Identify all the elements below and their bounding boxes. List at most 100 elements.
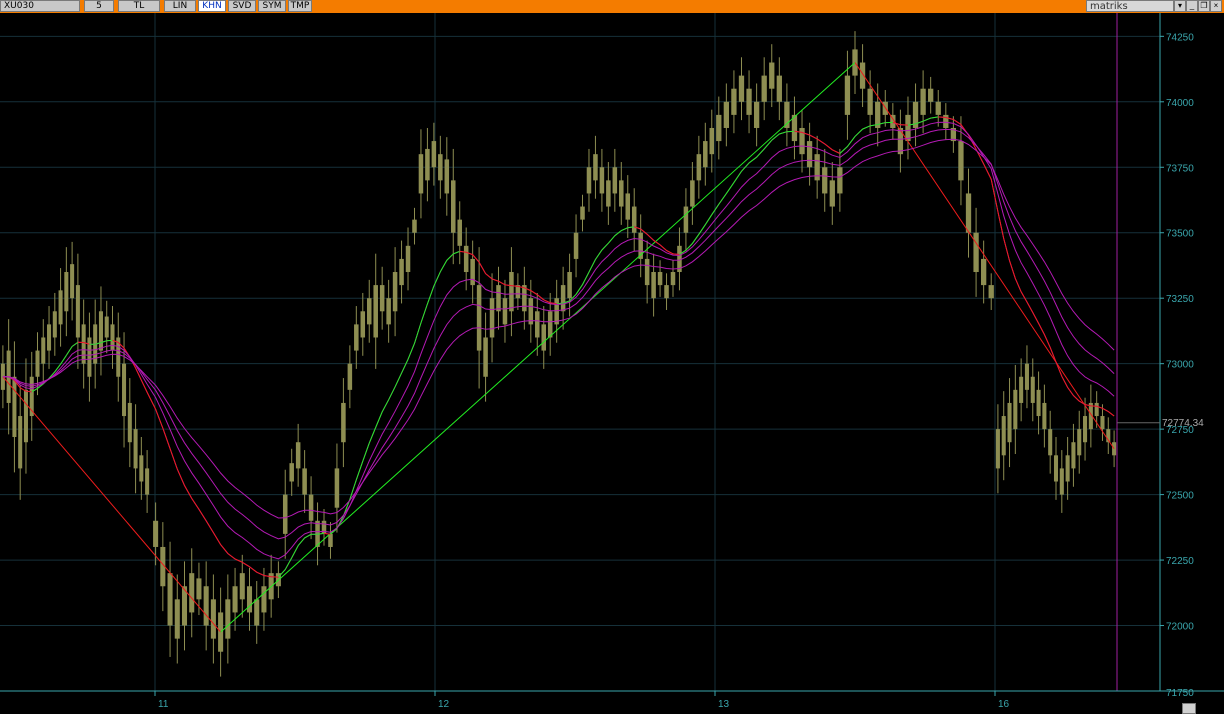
- price-chart[interactable]: 7200072250725007275073000732507350073750…: [0, 13, 1224, 714]
- ma-fast-segment: [809, 134, 818, 140]
- candle-body: [1065, 455, 1070, 482]
- candle-body: [489, 298, 495, 338]
- candle-body: [580, 206, 585, 220]
- ma-fast-segment: [862, 125, 871, 130]
- ma-fast-segment: [816, 138, 826, 145]
- scroll-corner-button[interactable]: [1182, 703, 1196, 714]
- candle-body: [196, 578, 202, 600]
- ma-fast-segment: [381, 399, 390, 413]
- candle-body: [18, 416, 23, 469]
- candle-body: [567, 272, 572, 299]
- ma-fast-segment: [227, 553, 236, 560]
- candle-body: [723, 101, 729, 128]
- ma-fast-segment: [256, 571, 265, 576]
- candle-body: [496, 285, 501, 312]
- candle-body: [282, 494, 288, 534]
- moving-average-ribbon: [2, 116, 1115, 578]
- ma-fast-segment: [498, 280, 506, 286]
- svd-button[interactable]: SVD: [228, 0, 256, 12]
- brand-logo: matriks: [1086, 0, 1174, 12]
- ma-fast-segment: [491, 278, 499, 282]
- ma-fast-segment: [938, 116, 946, 118]
- ma-fast-segment: [169, 448, 178, 470]
- candle-body: [174, 599, 180, 639]
- y-ticks: 7200072250725007275073000732507350073750…: [1160, 32, 1194, 699]
- x-tick-label: 12: [438, 699, 450, 710]
- ma-band-line: [2, 121, 1115, 560]
- candle-body: [731, 88, 737, 115]
- candle-body: [586, 167, 592, 194]
- ma-fast-segment: [234, 558, 243, 563]
- last-price-group: 72774.34: [1117, 418, 1204, 429]
- candle-body: [928, 88, 934, 102]
- y-tick-label: 72500: [1166, 491, 1194, 502]
- candle-body: [1019, 376, 1024, 403]
- candle-body: [1094, 402, 1099, 417]
- candle-body: [844, 75, 851, 115]
- ma-fast-segment: [220, 544, 229, 554]
- candle-body: [232, 586, 238, 613]
- candle-body: [386, 298, 391, 325]
- candle-body: [167, 573, 173, 626]
- ma-fast-segment: [718, 193, 727, 205]
- ma-fast-segment: [771, 133, 780, 141]
- ma-fast-segment: [601, 242, 609, 251]
- candle-body: [210, 599, 216, 639]
- candle-body: [683, 206, 689, 233]
- candle-body: [470, 258, 475, 286]
- ma-fast-segment: [854, 128, 863, 137]
- ma-band-line: [2, 128, 1115, 540]
- ma-fast-segment: [621, 227, 628, 232]
- candle-body: [133, 429, 138, 469]
- candle-body: [450, 180, 456, 233]
- candle-body: [392, 272, 398, 312]
- ma-fast-segment: [176, 468, 185, 486]
- candle-body: [670, 272, 676, 286]
- ma-fast-segment: [401, 359, 409, 374]
- candle-body: [308, 494, 314, 521]
- period-field[interactable]: 5: [84, 0, 114, 12]
- restore-icon[interactable]: ❐: [1198, 0, 1210, 12]
- lin-button[interactable]: LIN: [164, 0, 196, 12]
- candle-body: [822, 167, 828, 194]
- candle-body: [347, 363, 353, 390]
- tl-button[interactable]: TL: [118, 0, 160, 12]
- ma-fast-segment: [1009, 260, 1016, 279]
- ma-fast-segment: [446, 253, 454, 261]
- candle-body: [81, 324, 86, 364]
- ma-fast-segment: [530, 290, 538, 296]
- candle-body: [341, 402, 346, 443]
- y-tick-label: 73750: [1166, 163, 1194, 174]
- candle-body: [261, 586, 267, 613]
- candle-body: [522, 285, 527, 312]
- close-icon[interactable]: ×: [1210, 0, 1222, 12]
- ma-fast-segment: [388, 386, 396, 401]
- candle-body: [239, 573, 245, 600]
- candle-body: [709, 127, 715, 155]
- candle-body: [696, 154, 702, 181]
- khn-button[interactable]: KHN: [198, 0, 226, 12]
- candle-body: [12, 376, 17, 437]
- candle-body: [988, 285, 994, 299]
- ma-fast-segment: [19, 387, 27, 392]
- tmp-button[interactable]: TMP: [288, 0, 312, 12]
- candle-body: [418, 154, 424, 194]
- candle-body: [1030, 376, 1035, 403]
- candle-body: [703, 141, 708, 168]
- candle-body: [254, 599, 260, 626]
- dropdown-arrow-icon[interactable]: ▾: [1174, 0, 1186, 12]
- y-tick-label: 74250: [1166, 32, 1194, 43]
- candle-body: [457, 219, 462, 246]
- trend-line: [220, 62, 856, 633]
- candle-body: [547, 311, 553, 338]
- minimize-icon[interactable]: _: [1186, 0, 1198, 12]
- candle-body: [104, 316, 109, 338]
- ma-fast-segment: [1102, 407, 1109, 412]
- ma-fast-segment: [672, 253, 680, 255]
- sym-button[interactable]: SYM: [258, 0, 286, 12]
- candle-body: [405, 245, 411, 273]
- symbol-field[interactable]: XU030: [0, 0, 80, 12]
- candle-body: [859, 62, 866, 89]
- ma-fast-segment: [930, 116, 939, 119]
- candle-body: [98, 311, 103, 351]
